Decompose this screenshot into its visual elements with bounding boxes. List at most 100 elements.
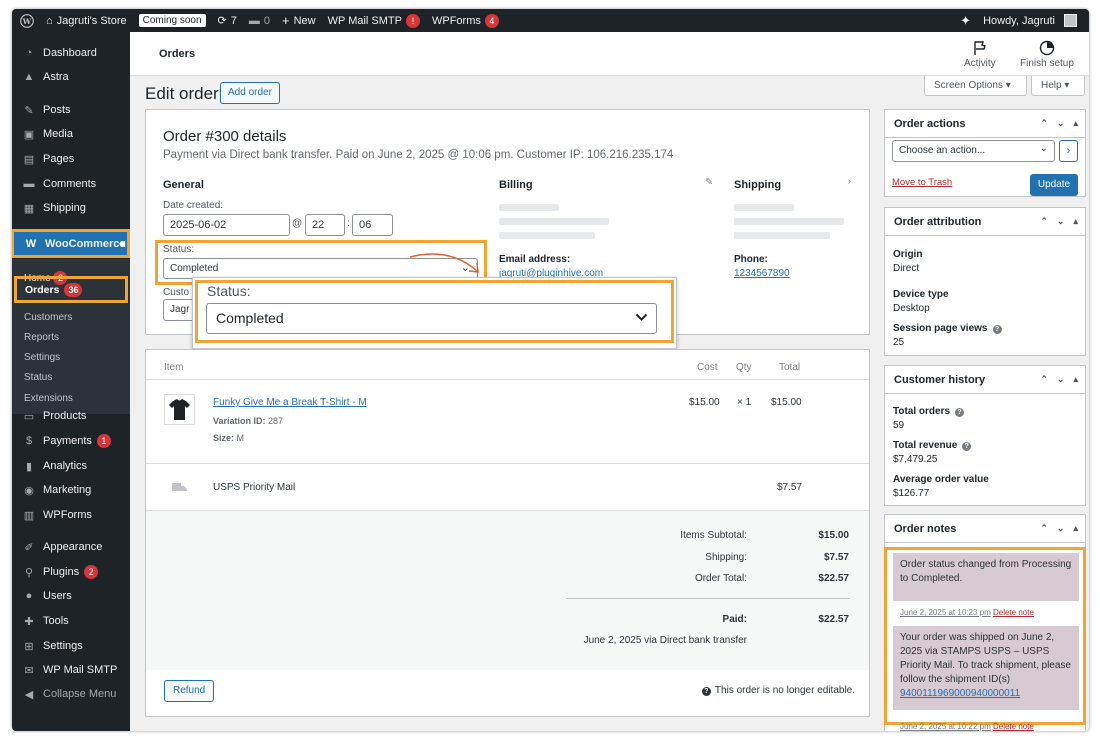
move-down-icon[interactable]: ⌄ (1057, 216, 1065, 227)
sidebar-item-shipping[interactable]: ▦ Shipping (12, 196, 130, 220)
move-up-icon[interactable]: ⌃ (1040, 118, 1048, 129)
screen-options-button[interactable]: Screen Options ▾ (924, 76, 1027, 96)
smtp-icon: ✉ (24, 664, 34, 677)
account-menu[interactable]: Howdy, Jagruti (977, 9, 1089, 32)
move-down-icon[interactable]: ⌄ (1057, 118, 1065, 129)
update-button[interactable]: Update (1030, 174, 1078, 196)
submenu-status[interactable]: Status (24, 372, 52, 383)
move-to-trash-link[interactable]: Move to Trash (892, 177, 952, 188)
site-name: Jagruti's Store (56, 14, 127, 27)
date-input[interactable]: 2025-06-02 (163, 214, 290, 236)
sidebar-item-media[interactable]: ▣ Media (12, 122, 130, 146)
move-down-icon[interactable]: ⌄ (1057, 374, 1065, 385)
edit-shipping-icon[interactable]: › (848, 176, 851, 186)
help-icon[interactable]: ? (962, 442, 972, 451)
sidebar-item-woocommerce[interactable]: W WooCommerce ◀ (12, 229, 130, 258)
toggle-icon[interactable]: ▴ (1073, 216, 1078, 227)
help-icon[interactable]: ? (992, 325, 1002, 334)
submenu-extensions[interactable]: Extensions (24, 393, 73, 404)
order-actions-title: Order actions (894, 117, 966, 130)
submenu-settings[interactable]: Settings (24, 352, 60, 363)
comments-link[interactable]: ▬ 0 (243, 9, 276, 32)
marketing-icon: ◉ (24, 484, 34, 497)
device-type-value: Desktop (893, 303, 930, 314)
new-content-link[interactable]: + New (276, 9, 322, 32)
hour-input[interactable]: 22 (305, 214, 345, 236)
sidebar-item-tools[interactable]: ✚ Tools (12, 609, 130, 633)
shipping-total-label: Shipping: (705, 552, 747, 563)
sidebar-item-products[interactable]: ▭ Products (12, 404, 130, 428)
current-menu-arrow-icon: ◀ (118, 239, 125, 248)
subtotal-value: $15.00 (818, 530, 849, 541)
sidebar-item-users[interactable]: ● Users (12, 584, 130, 608)
device-type-label: Device type (893, 289, 949, 300)
smtp-link[interactable]: WP Mail SMTP ! (322, 9, 426, 32)
sidebar-item-wpforms[interactable]: ▥ WPForms (12, 503, 130, 527)
comment-icon: ▬ (23, 178, 35, 190)
sidebar-item-posts[interactable]: ✎ Posts (12, 98, 130, 122)
sidebar-item-payments[interactable]: $ Payments 1 (12, 429, 130, 453)
minute-input[interactable]: 06 (352, 214, 393, 236)
sidebar-badge: 1 (96, 434, 111, 448)
move-up-icon[interactable]: ⌃ (1040, 216, 1048, 227)
submenu-orders[interactable]: Orders 36 (14, 276, 128, 303)
order-attribution-box: Order attribution ⌃ ⌄ ▴ Origin Direct Devi… (884, 207, 1086, 356)
product-name-link[interactable]: Funky Give Me a Break T-Shirt - M (213, 397, 367, 408)
delete-note-link[interactable]: Delete note (993, 608, 1034, 617)
delete-note-link[interactable]: Delete note (993, 722, 1034, 731)
zoom-status-select[interactable]: Completed (206, 303, 657, 334)
sidebar-item-dashboard[interactable]: ◔ Dashboard (12, 41, 130, 65)
sidebar-item-plugins[interactable]: ⚲ Plugins 2 (12, 560, 130, 584)
wpforms-link[interactable]: WPForms 4 (426, 9, 505, 32)
help-icon[interactable]: ? (955, 408, 965, 417)
email-label: Email address: (499, 254, 571, 265)
sidebar-item-comments[interactable]: ▬ Comments (12, 172, 130, 196)
tracking-link[interactable]: 9400111969000940000011 (900, 688, 1020, 699)
sidebar-item-marketing[interactable]: ◉ Marketing (12, 478, 130, 502)
move-up-icon[interactable]: ⌃ (1040, 374, 1048, 385)
toggle-icon[interactable]: ▴ (1073, 523, 1078, 534)
toggle-icon[interactable]: ▴ (1073, 118, 1078, 129)
sidebar-item-astra[interactable]: ▲ Astra (12, 65, 130, 89)
sidebar-item-settings[interactable]: ⊞ Settings (12, 634, 130, 658)
order-actions-box: Order actions ⌃ ⌄ ▴ Choose an action... ⌄ … (884, 109, 1086, 197)
finish-setup-button[interactable]: Finish setup (1020, 40, 1074, 69)
move-down-icon[interactable]: ⌄ (1057, 523, 1065, 534)
sparkle-icon[interactable]: ✦ (954, 9, 977, 32)
item-qty: × 1 (737, 397, 752, 408)
sidebar-item-analytics[interactable]: ▮ Analytics (12, 454, 130, 478)
progress-icon (1039, 40, 1055, 56)
woo-icon: W (25, 237, 37, 250)
orders-badge: 36 (64, 282, 83, 297)
site-name-link[interactable]: ⌂ Jagruti's Store (40, 9, 133, 32)
shipping-total-value: $7.57 (823, 552, 849, 563)
admin-sidebar: Home 2 Customers Reports Settings Status… (12, 32, 130, 731)
phone-link[interactable]: 1234567890 (734, 268, 790, 279)
order-action-select[interactable]: Choose an action... ⌄ (892, 140, 1055, 162)
coming-soon-badge[interactable]: Coming soon (138, 14, 206, 27)
submenu-reports[interactable]: Reports (24, 332, 59, 343)
edit-billing-icon[interactable]: ✎ (705, 177, 713, 188)
order-subtitle: Payment via Direct bank transfer. Paid o… (163, 149, 674, 161)
apply-action-button[interactable]: › (1059, 140, 1078, 162)
refund-button[interactable]: Refund (164, 680, 215, 702)
paid-label: Paid: (722, 614, 747, 625)
shipping-address-blurred (734, 218, 844, 225)
updates-link[interactable]: ⟳ 7 (212, 9, 243, 32)
toggle-icon[interactable]: ▴ (1073, 374, 1078, 385)
time-colon: : (347, 218, 350, 229)
help-button[interactable]: Help ▾ (1031, 76, 1085, 96)
sidebar-item-collapse-menu[interactable]: ◀ Collapse Menu (12, 682, 130, 706)
sidebar-item-wp-mail-smtp[interactable]: ✉ WP Mail SMTP (12, 658, 130, 682)
move-up-icon[interactable]: ⌃ (1040, 523, 1048, 534)
phone-label: Phone: (734, 254, 768, 265)
sidebar-item-pages[interactable]: ▤ Pages (12, 147, 130, 171)
add-order-button[interactable]: Add order (220, 82, 280, 104)
submenu-customers[interactable]: Customers (24, 312, 72, 323)
paid-note: June 2, 2025 via Direct bank transfer (583, 635, 747, 646)
sidebar-item-appearance[interactable]: ✐ Appearance (12, 535, 130, 559)
date-label: Date created: (163, 200, 224, 211)
chevron-down-icon: ⌄ (1039, 143, 1048, 154)
wp-logo-icon[interactable]: W (12, 9, 40, 32)
activity-button[interactable]: Activity (964, 40, 996, 69)
